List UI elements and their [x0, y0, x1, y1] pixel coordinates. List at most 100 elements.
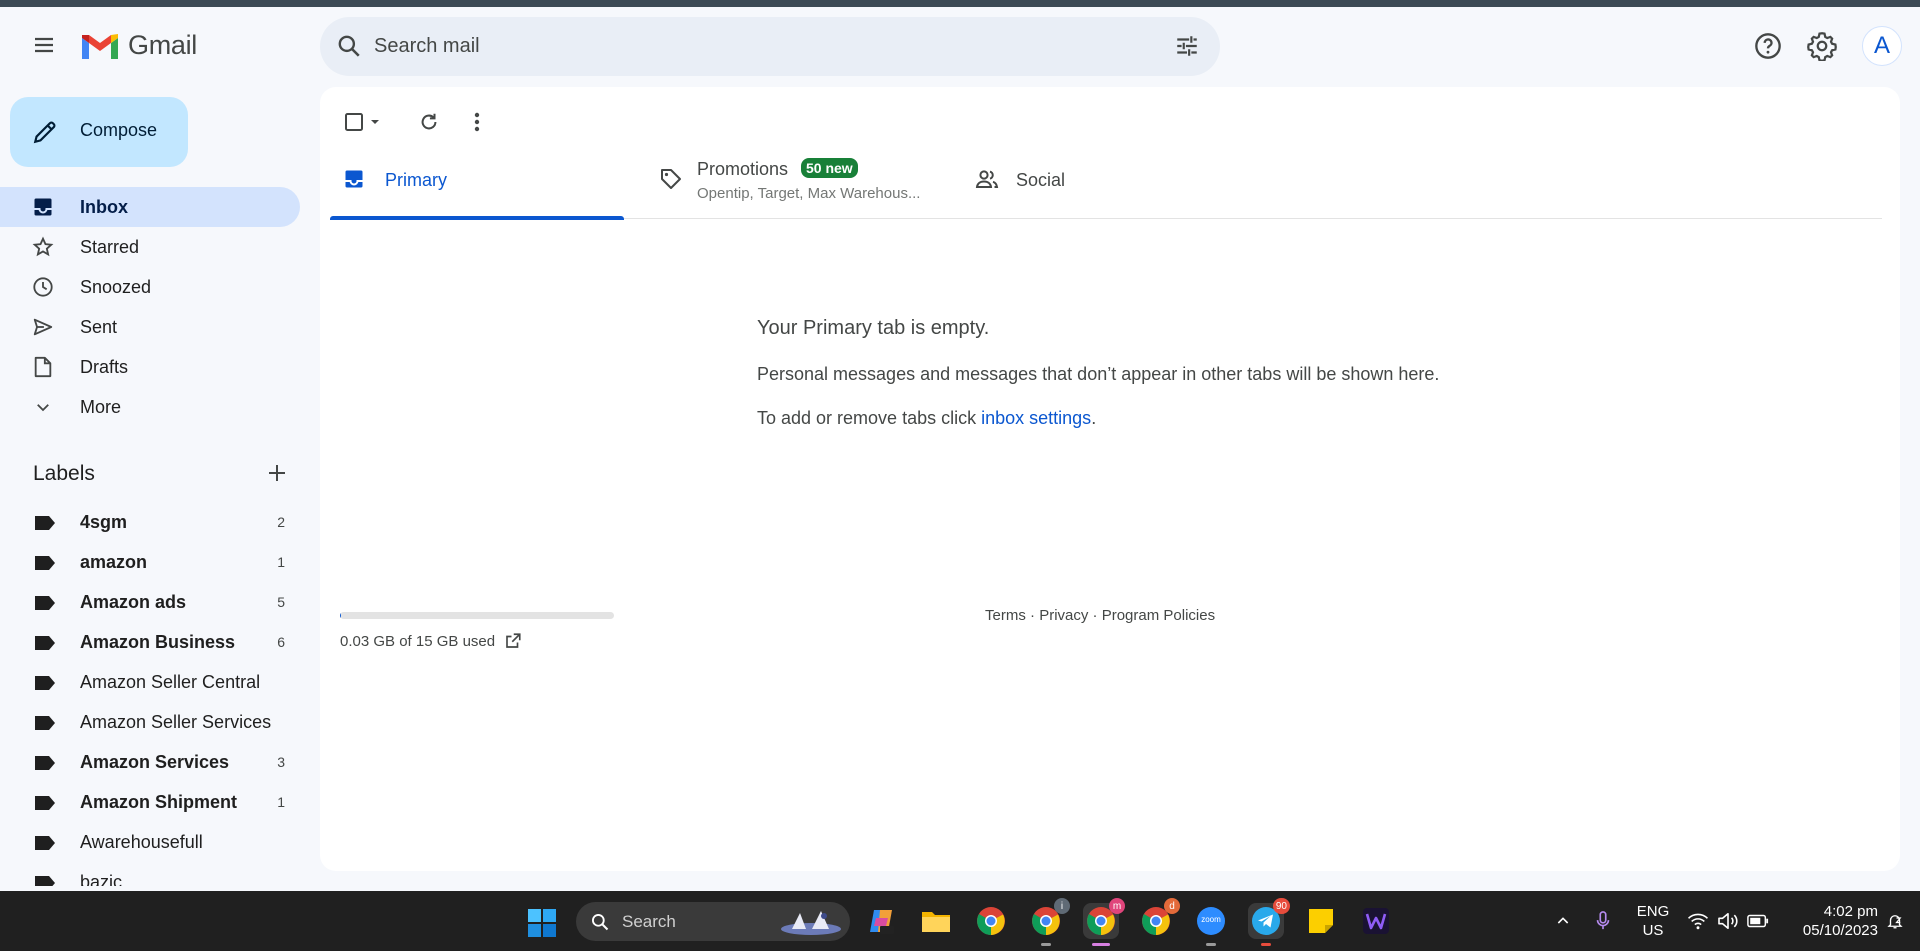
sidebar-item-drafts[interactable]: Drafts [0, 347, 300, 387]
plus-icon [269, 465, 285, 481]
taskbar-copilot[interactable] [863, 903, 899, 939]
settings-button[interactable] [1806, 30, 1838, 62]
help-icon [1755, 33, 1781, 59]
quick-settings-button[interactable] [1685, 891, 1771, 951]
create-label-button[interactable] [264, 460, 290, 486]
folder-icon [922, 912, 950, 932]
search-options-icon[interactable] [1174, 33, 1200, 59]
avatar-letter: A [1873, 32, 1890, 59]
taskbar-chrome[interactable] [973, 903, 1009, 939]
wifi-icon [1687, 913, 1709, 930]
label-item[interactable]: Amazon Seller Central [0, 662, 300, 702]
clock-button[interactable]: 4:02 pm 05/10/2023 [1778, 891, 1878, 951]
label-item[interactable]: Amazon Seller Services [0, 702, 300, 742]
clock-time: 4:02 pm [1823, 903, 1878, 920]
taskbar-file-explorer[interactable] [918, 903, 954, 939]
label-item[interactable]: Amazon Shipment 1 [0, 782, 300, 822]
open-in-new-icon [506, 633, 521, 648]
labels-list: 4sgm 2 amazon 1 Amazon ads 5 Amazon Busi… [0, 502, 300, 886]
label-item[interactable]: 4sgm 2 [0, 502, 300, 542]
hamburger-icon [35, 37, 53, 53]
program-policies-link[interactable]: Program Policies [1102, 607, 1215, 624]
tab-primary[interactable]: Primary [330, 139, 624, 220]
storage-usage-bar [340, 612, 614, 619]
storage-usage-text: 0.03 GB of 15 GB used [340, 633, 496, 650]
search-icon[interactable] [336, 33, 362, 59]
compose-label: Compose [80, 120, 158, 140]
taskbar-chrome-profile-3[interactable]: d [1138, 898, 1180, 939]
notifications-button[interactable] [1880, 891, 1910, 951]
storage-usage-fill [340, 612, 341, 619]
unread-badge: 90 [1272, 898, 1290, 914]
language-indicator: ENG US [1637, 902, 1670, 940]
profile-badge: d [1164, 898, 1180, 914]
input-language-button[interactable]: ENG US [1630, 891, 1676, 951]
clock-date: 05/10/2023 [1802, 922, 1878, 939]
compose-button[interactable]: Compose [10, 97, 188, 167]
terms-link[interactable]: Terms [985, 607, 1026, 624]
taskbar-telegram[interactable]: 90 [1248, 898, 1290, 946]
profile-badge: m [1109, 898, 1125, 914]
gmail-logo[interactable]: Gmail [80, 30, 197, 61]
copilot-icon [870, 910, 894, 934]
mail-panel: Primary Promotions 50 new Opentip, Targe… [320, 87, 1900, 871]
send-icon [32, 316, 54, 338]
privacy-link[interactable]: Privacy [1039, 607, 1088, 624]
region-code: US [1642, 922, 1664, 939]
sidebar-item-more[interactable]: More [0, 387, 300, 427]
windows-logo-icon [528, 909, 556, 937]
label-item[interactable]: Amazon Business 6 [0, 622, 300, 662]
search-icon [592, 914, 609, 931]
running-indicator [1041, 943, 1051, 946]
checkbox-icon [345, 113, 363, 131]
label-name: Amazon Seller Services [80, 712, 272, 732]
sidebar-item-sent[interactable]: Sent [0, 307, 300, 347]
taskbar-chrome-profile-2[interactable]: m [1083, 898, 1125, 946]
label-name: amazon [80, 552, 148, 572]
running-indicator [1261, 943, 1271, 946]
label-icon [35, 676, 55, 690]
label-icon [35, 876, 55, 886]
label-item[interactable]: Amazon Services 3 [0, 742, 300, 782]
label-count: 6 [277, 634, 285, 650]
empty-state-title: Your Primary tab is empty. [757, 317, 990, 339]
taskbar-app-w[interactable] [1358, 903, 1394, 939]
support-button[interactable] [1752, 30, 1784, 62]
manage-storage-button[interactable] [502, 630, 524, 652]
tab-senders-preview: Opentip, Target, Max Warehous... [697, 185, 921, 202]
main-menu-button[interactable] [26, 27, 62, 63]
label-item[interactable]: Awarehousefull [0, 822, 300, 862]
sidebar-item-inbox[interactable]: Inbox [0, 187, 300, 227]
select-all-checkbox[interactable] [340, 107, 386, 137]
taskbar-sticky-notes[interactable] [1303, 903, 1339, 939]
sidebar-item-label: Starred [80, 237, 140, 257]
start-button[interactable] [527, 908, 557, 943]
label-icon [35, 716, 55, 730]
account-avatar[interactable]: A [1862, 26, 1902, 66]
label-name: Amazon ads [80, 592, 187, 612]
sidebar-item-label: Inbox [80, 197, 128, 217]
tab-label: Primary [385, 170, 447, 190]
tab-promotions[interactable]: Promotions 50 new Opentip, Target, Max W… [645, 139, 939, 219]
refresh-button[interactable] [412, 105, 446, 139]
taskbar-chrome-profile-1[interactable]: i [1028, 898, 1070, 946]
label-name: Awarehousefull [80, 832, 203, 852]
taskbar-zoom[interactable]: zoom [1193, 903, 1229, 946]
microphone-tray-button[interactable] [1588, 891, 1618, 951]
inbox-settings-link[interactable]: inbox settings [981, 408, 1091, 428]
search-bar[interactable] [320, 17, 1220, 76]
sidebar-item-starred[interactable]: Starred [0, 227, 300, 267]
w-app-icon [1363, 908, 1389, 934]
taskbar-search-label: Search [622, 912, 676, 931]
tab-social[interactable]: Social [961, 139, 1255, 219]
show-hidden-icons-button[interactable] [1548, 891, 1578, 951]
sticky-note-icon [1309, 909, 1333, 933]
taskbar-search[interactable]: Search [576, 902, 850, 941]
more-options-button[interactable] [460, 105, 494, 139]
label-icon [35, 556, 55, 570]
label-item[interactable]: Amazon ads 5 [0, 582, 300, 622]
label-item[interactable]: amazon 1 [0, 542, 300, 582]
sidebar-item-snoozed[interactable]: Snoozed [0, 267, 300, 307]
search-input[interactable] [374, 27, 1134, 65]
label-item[interactable]: bazic [0, 862, 300, 886]
